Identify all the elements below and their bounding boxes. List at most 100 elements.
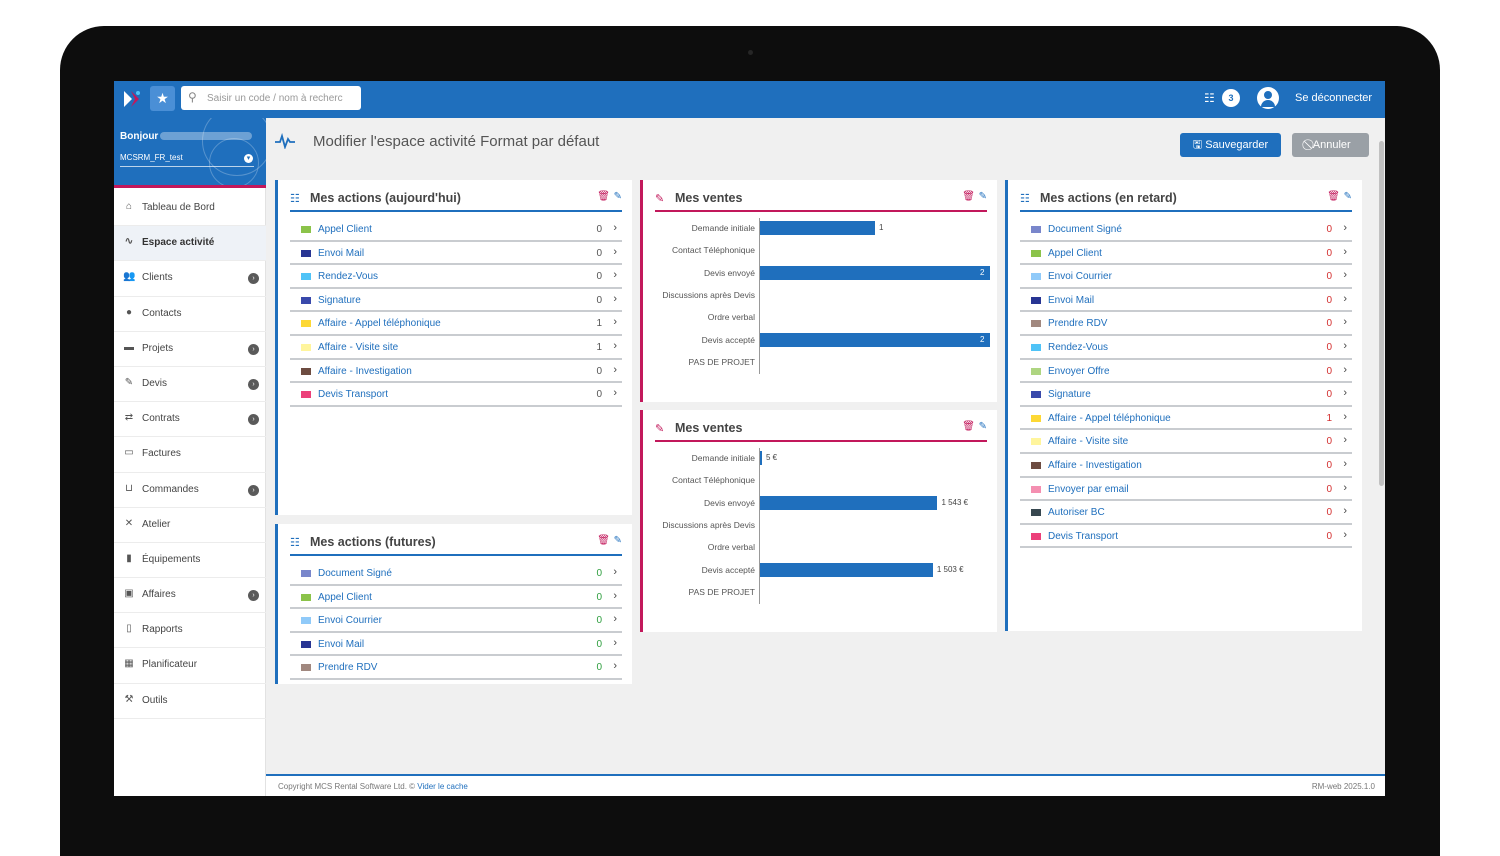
clear-cache-link[interactable]: Vider le cache: [417, 782, 468, 791]
chevron-right-icon[interactable]: ›: [613, 246, 617, 258]
action-row[interactable]: Document Signé 0 ›: [290, 562, 622, 586]
chevron-right-icon[interactable]: ›: [613, 316, 617, 328]
page-scrollbar[interactable]: [1378, 129, 1385, 729]
action-label[interactable]: Appel Client: [1048, 248, 1102, 259]
chart-bar[interactable]: [760, 451, 762, 465]
edit-icon[interactable]: ✎: [979, 421, 987, 432]
action-label[interactable]: Envoyer Offre: [1048, 366, 1110, 377]
sidebar-item[interactable]: ▦ Planificateur: [114, 648, 266, 684]
logout-link[interactable]: Se déconnecter: [1295, 92, 1372, 104]
favorites-star-icon[interactable]: ★: [150, 86, 175, 111]
action-label[interactable]: Affaire - Visite site: [1048, 436, 1128, 447]
sidebar-item[interactable]: ▭ Factures: [114, 437, 266, 473]
action-label[interactable]: Signature: [1048, 389, 1091, 400]
sidebar-item[interactable]: ⇄ Contrats ›: [114, 402, 266, 438]
sidebar-item[interactable]: ⌂ Tableau de Bord: [114, 191, 266, 227]
task-list-icon[interactable]: ☷: [1204, 91, 1215, 105]
user-avatar-icon[interactable]: [1257, 87, 1279, 109]
action-row[interactable]: Affaire - Investigation 0 ›: [290, 360, 622, 384]
action-row[interactable]: Envoi Courrier 0 ›: [1020, 265, 1352, 289]
chart-bar[interactable]: [760, 221, 875, 235]
delete-icon[interactable]: 🗑: [1327, 191, 1340, 202]
sidebar-item[interactable]: ✕ Atelier: [114, 508, 266, 543]
action-row[interactable]: Appel Client 0 ›: [1020, 242, 1352, 266]
save-button[interactable]: 🖫 Sauvegarder: [1180, 133, 1281, 157]
action-label[interactable]: Affaire - Investigation: [318, 366, 412, 377]
app-logo[interactable]: [121, 88, 143, 110]
chevron-right-icon[interactable]: ›: [1343, 529, 1347, 541]
action-row[interactable]: Envoyer par email 0 ›: [1020, 478, 1352, 502]
action-row[interactable]: Rendez-Vous 0 ›: [290, 265, 622, 289]
chevron-right-icon[interactable]: ›: [1343, 222, 1347, 234]
chevron-right-icon[interactable]: ›: [613, 387, 617, 399]
chevron-right-icon[interactable]: ›: [1343, 293, 1347, 305]
scrollbar-thumb[interactable]: [1379, 141, 1384, 486]
chevron-right-icon[interactable]: ›: [248, 273, 259, 285]
chevron-right-icon[interactable]: ›: [1343, 316, 1347, 328]
action-label[interactable]: Affaire - Appel téléphonique: [1048, 413, 1171, 424]
action-label[interactable]: Prendre RDV: [1048, 318, 1107, 329]
chevron-right-icon[interactable]: ›: [248, 414, 259, 426]
action-row[interactable]: Envoyer Offre 0 ›: [1020, 360, 1352, 384]
chevron-right-icon[interactable]: ›: [248, 343, 259, 355]
action-label[interactable]: Document Signé: [1048, 224, 1122, 235]
sidebar-item[interactable]: ▯ Rapports: [114, 613, 266, 649]
edit-icon[interactable]: ✎: [614, 535, 622, 546]
chevron-right-icon[interactable]: ›: [1343, 505, 1347, 517]
action-label[interactable]: Affaire - Visite site: [318, 342, 398, 353]
action-row[interactable]: Autoriser BC 0 ›: [1020, 501, 1352, 525]
chevron-right-icon[interactable]: ›: [248, 378, 259, 390]
search-box[interactable]: ⚲: [181, 86, 361, 110]
edit-icon[interactable]: ✎: [614, 191, 622, 202]
action-row[interactable]: Devis Transport 0 ›: [1020, 525, 1352, 549]
action-row[interactable]: Affaire - Appel téléphonique 1 ›: [1020, 407, 1352, 431]
sidebar-item[interactable]: ✎ Devis ›: [114, 367, 266, 403]
action-label[interactable]: Prendre RDV: [318, 662, 377, 673]
action-row[interactable]: Devis Transport 0 ›: [290, 383, 622, 407]
action-label[interactable]: Appel Client: [318, 592, 372, 603]
notification-badge[interactable]: 3: [1222, 89, 1240, 107]
chevron-right-icon[interactable]: ›: [613, 590, 617, 602]
action-row[interactable]: Envoi Courrier 0 ›: [290, 609, 622, 633]
action-label[interactable]: Envoi Mail: [318, 248, 364, 259]
chevron-right-icon[interactable]: ›: [1343, 411, 1347, 423]
action-label[interactable]: Envoi Mail: [1048, 295, 1094, 306]
chevron-right-icon[interactable]: ›: [1343, 387, 1347, 399]
action-row[interactable]: Affaire - Visite site 0 ›: [1020, 430, 1352, 454]
delete-icon[interactable]: 🗑: [597, 535, 610, 546]
chevron-right-icon[interactable]: ›: [613, 293, 617, 305]
edit-icon[interactable]: ✎: [979, 191, 987, 202]
chevron-right-icon[interactable]: ›: [1343, 458, 1347, 470]
cancel-button[interactable]: ⃠ Annuler: [1292, 133, 1369, 157]
chart-bar[interactable]: [760, 495, 938, 510]
delete-icon[interactable]: 🗑: [962, 191, 975, 202]
chevron-right-icon[interactable]: ›: [613, 660, 617, 672]
action-row[interactable]: Signature 0 ›: [1020, 383, 1352, 407]
edit-icon[interactable]: ✎: [1344, 191, 1352, 202]
chevron-right-icon[interactable]: ›: [1343, 364, 1347, 376]
account-name[interactable]: MCSRM_FR_test: [120, 153, 183, 162]
action-label[interactable]: Signature: [318, 295, 361, 306]
chevron-right-icon[interactable]: ›: [1343, 246, 1347, 258]
action-row[interactable]: Affaire - Investigation 0 ›: [1020, 454, 1352, 478]
sidebar-item[interactable]: ▮ Équipements: [114, 543, 266, 579]
chevron-right-icon[interactable]: ›: [613, 269, 617, 281]
chevron-right-icon[interactable]: ›: [1343, 482, 1347, 494]
chevron-right-icon[interactable]: ›: [1343, 340, 1347, 352]
delete-icon[interactable]: 🗑: [597, 191, 610, 202]
action-row[interactable]: Appel Client 0 ›: [290, 586, 622, 610]
sidebar-item[interactable]: 👥 Clients ›: [114, 261, 266, 297]
chart-bar[interactable]: [760, 265, 990, 280]
chevron-right-icon[interactable]: ›: [613, 222, 617, 234]
action-label[interactable]: Devis Transport: [1048, 531, 1118, 542]
chevron-right-icon[interactable]: ›: [613, 613, 617, 625]
chevron-right-icon[interactable]: ›: [613, 637, 617, 649]
action-label[interactable]: Affaire - Investigation: [1048, 460, 1142, 471]
chevron-right-icon[interactable]: ›: [1343, 269, 1347, 281]
search-input[interactable]: [207, 90, 355, 106]
chart-bar[interactable]: [760, 562, 933, 577]
chart-bar[interactable]: [760, 332, 990, 347]
action-row[interactable]: Envoi Mail 0 ›: [290, 242, 622, 266]
action-label[interactable]: Envoi Courrier: [1048, 271, 1112, 282]
delete-icon[interactable]: 🗑: [962, 421, 975, 432]
